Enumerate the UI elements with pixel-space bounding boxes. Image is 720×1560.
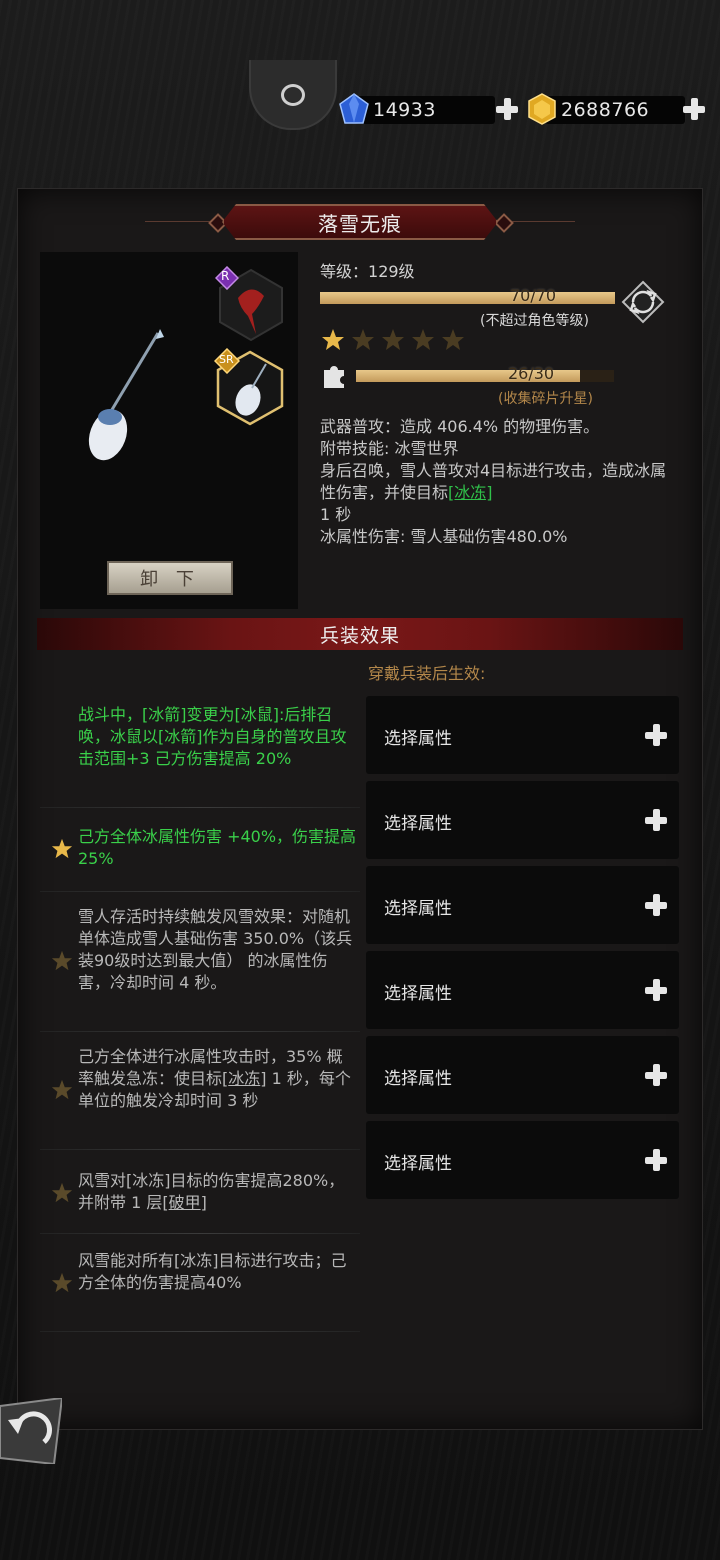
effect-item-1: 战斗中，[冰箭]变更为[冰鼠]:后排召唤，冰鼠以[冰箭]作为自身的普攻且攻击范围… <box>40 704 360 808</box>
effect-item-5: 风雪对[冰冻]目标的伤害提高280%，并附带 1 层[破甲] <box>40 1170 360 1234</box>
effect-item-2: 己方全体冰属性伤害 +40%，伤害提高 25% <box>40 826 360 892</box>
add-attribute-icon[interactable] <box>644 1063 668 1087</box>
star-empty-icon <box>412 329 434 350</box>
level-value: 129级 <box>368 262 415 281</box>
armor-break-tag-link[interactable]: 破甲 <box>169 1193 201 1212</box>
effect-divider <box>40 1331 360 1332</box>
attribute-slot-1[interactable]: 选择属性 <box>366 696 679 774</box>
gold-amount: 2688766 <box>561 99 650 121</box>
star-inactive-icon <box>51 950 73 971</box>
attribute-slot-4[interactable]: 选择属性 <box>366 951 679 1029</box>
effect-item-3: 雪人存活时持续触发风雪效果：对随机单体造成雪人基础伤害 350.0%（该兵装90… <box>40 906 360 1032</box>
unload-button[interactable]: 卸 下 <box>107 561 233 595</box>
effects-header: 兵装效果 <box>37 618 683 650</box>
add-attribute-icon[interactable] <box>644 978 668 1002</box>
desc-attack: 武器普攻：造成 406.4% 的物理伤害。 <box>320 417 600 436</box>
attribute-slot-3[interactable]: 选择属性 <box>366 866 679 944</box>
level-note: (不超过角色等级) <box>480 313 589 329</box>
star-rating <box>321 328 471 354</box>
effects-note: 穿戴兵装后生效: <box>368 664 486 683</box>
level-label: 等级：129级 <box>320 262 415 281</box>
freeze-tag-link[interactable]: [冰冻] <box>448 483 493 502</box>
blue-gem-icon <box>339 93 369 124</box>
star-empty-icon <box>442 329 464 350</box>
effect-item-4: 己方全体进行冰属性攻击时，35% 概率触发急冻：使目标[冰冻] 1 秒，每个单位… <box>40 1046 360 1150</box>
effect-divider <box>40 1149 360 1150</box>
weapon-staff-icon <box>88 329 164 461</box>
add-diamond-button[interactable] <box>495 97 519 121</box>
ring-icon <box>281 84 305 106</box>
rarity-sr-badge: SR <box>219 353 234 366</box>
star-empty-icon <box>352 329 374 350</box>
star-filled-icon <box>322 329 344 350</box>
level-bar-fill <box>320 292 615 304</box>
attribute-slot-5[interactable]: 选择属性 <box>366 1036 679 1114</box>
effect-divider <box>40 807 360 808</box>
item-description: 武器普攻：造成 406.4% 的物理伤害。 附带技能: 冰雪世界 身后召唤，雪人… <box>320 416 670 548</box>
add-attribute-icon[interactable] <box>644 1148 668 1172</box>
star-active-icon <box>51 838 73 859</box>
add-gold-button[interactable] <box>682 97 706 121</box>
star-inactive-icon <box>51 1079 73 1100</box>
rarity-r-badge: R <box>221 269 230 283</box>
diamond-amount: 14933 <box>373 99 436 121</box>
effect-item-6: 风雪能对所有[冰冻]目标进行攻击；己方全体的伤害提高40% <box>40 1250 360 1332</box>
desc-skill-title: 附带技能: 冰雪世界 <box>320 439 459 458</box>
level-up-swap-icon[interactable] <box>621 280 665 324</box>
fragment-progress: 26/30 <box>508 364 555 383</box>
desc-skill-text: 身后召唤，雪人普攻对4目标进行攻击，造成冰属性伤害，并使目标[冰冻] 1 秒 <box>320 461 667 524</box>
item-title: 落雪无痕 <box>222 204 498 240</box>
freeze-tag-link[interactable]: 冰冻 <box>228 1069 260 1088</box>
attribute-slot-6[interactable]: 选择属性 <box>366 1121 679 1199</box>
effect-divider <box>40 891 360 892</box>
add-attribute-icon[interactable] <box>644 723 668 747</box>
star-inactive-icon <box>51 1272 73 1293</box>
desc-damage: 冰属性伤害: 雪人基础伤害480.0% <box>320 527 568 546</box>
fragment-note: (收集碎片升星) <box>498 391 593 407</box>
add-attribute-icon[interactable] <box>644 808 668 832</box>
star-inactive-icon <box>51 1182 73 1203</box>
attribute-slot-2[interactable]: 选择属性 <box>366 781 679 859</box>
back-button[interactable] <box>0 1398 62 1464</box>
puzzle-fragment-icon <box>324 366 344 388</box>
add-attribute-icon[interactable] <box>644 893 668 917</box>
effect-divider <box>40 1031 360 1032</box>
effect-divider <box>40 1233 360 1234</box>
star-empty-icon <box>382 329 404 350</box>
gold-gem-icon <box>528 93 556 125</box>
level-progress: 70/70 <box>510 286 557 305</box>
